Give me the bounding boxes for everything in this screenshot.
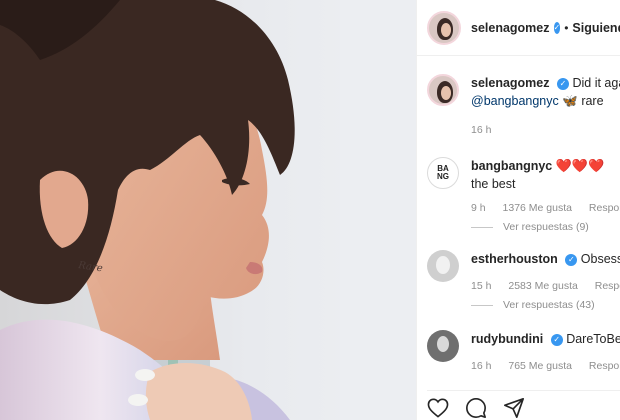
post-details-panel: selenagomez ✓ • Siguiendo selenagomez ✓ … (416, 0, 620, 420)
comment-time[interactable]: 16 h (471, 360, 491, 372)
comment-text: DareToBeRare (566, 332, 620, 346)
butterfly-emoji: 🦋 (562, 94, 578, 108)
view-replies-button[interactable]: Ver respuestas (43) (471, 299, 595, 311)
verified-badge-icon: ✓ (553, 21, 561, 34)
comment-item: estherhouston ✓ Obsessed 15 h 2583 Me gu… (427, 250, 620, 320)
comment-meta: 15 h 2583 Me gusta Responder (471, 280, 620, 292)
post-actions-bar (427, 390, 620, 420)
commenter-avatar[interactable] (427, 250, 459, 282)
post-header: selenagomez ✓ • Siguiendo (417, 0, 620, 56)
comment-time[interactable]: 15 h (471, 280, 491, 292)
post-caption: selenagomez ✓ Did it again @bangbangnyc … (427, 74, 620, 136)
verified-badge-icon: ✓ (550, 333, 563, 346)
reply-button[interactable]: Responder (589, 202, 620, 214)
commenter-avatar[interactable] (427, 330, 459, 362)
commenter-avatar[interactable]: BA NG (427, 157, 459, 189)
heart-icon[interactable] (427, 398, 449, 418)
post-photo-illustration: Rare (0, 0, 416, 420)
caption-username[interactable]: selenagomez (471, 76, 550, 90)
caption-mention[interactable]: @bangbangnyc (471, 94, 559, 108)
author-username[interactable]: selenagomez (471, 21, 550, 35)
post-photo[interactable]: Rare (0, 0, 416, 420)
comment-username[interactable]: bangbangnyc (471, 159, 552, 173)
reply-button[interactable]: Responder (589, 360, 620, 372)
author-avatar[interactable] (427, 10, 461, 45)
caption-time[interactable]: 16 h (471, 124, 491, 136)
verified-badge-icon: ✓ (565, 253, 578, 266)
caption-tail: rare (581, 94, 604, 108)
header-separator: • (564, 20, 569, 35)
comment-item: rudybundini ✓ DareToBeRare 16 h 765 Me g… (427, 330, 620, 380)
comment-content: estherhouston ✓ Obsessed (471, 250, 620, 268)
comment-content: bangbangnyc ❤️❤️❤️ the best (471, 157, 604, 193)
comment-content: rudybundini ✓ DareToBeRare (471, 330, 620, 348)
following-button[interactable]: Siguiendo (572, 21, 620, 35)
comment-username[interactable]: rudybundini (471, 332, 543, 346)
comment-meta: 9 h 1376 Me gusta Responder (471, 202, 620, 214)
verified-badge-icon: ✓ (557, 77, 569, 90)
comment-text-line2: the best (471, 177, 516, 191)
commenter-avatar-text: BA NG (437, 164, 449, 181)
comment-likes[interactable]: 1376 Me gusta (503, 202, 572, 214)
reply-button[interactable]: Responder (595, 280, 620, 292)
share-icon[interactable] (503, 397, 525, 419)
comment-text: Obsessed (580, 252, 620, 266)
comment-username[interactable]: estherhouston (471, 252, 558, 266)
view-replies-button[interactable]: Ver respuestas (9) (471, 221, 589, 233)
comment-likes[interactable]: 765 Me gusta (508, 360, 572, 372)
caption-content: selenagomez ✓ Did it again @bangbangnyc … (471, 74, 620, 110)
caption-text: Did it again (572, 76, 620, 90)
comment-time[interactable]: 9 h (471, 202, 486, 214)
caption-meta: 16 h (471, 124, 505, 136)
caption-avatar[interactable] (427, 74, 459, 106)
comment-likes[interactable]: 2583 Me gusta (508, 280, 577, 292)
comment-meta: 16 h 765 Me gusta Responder (471, 360, 620, 372)
comment-item: BA NG bangbangnyc ❤️❤️❤️ the best 9 h 13… (427, 157, 620, 237)
comment-icon[interactable] (465, 397, 487, 419)
comment-text: ❤️❤️❤️ (555, 158, 605, 173)
